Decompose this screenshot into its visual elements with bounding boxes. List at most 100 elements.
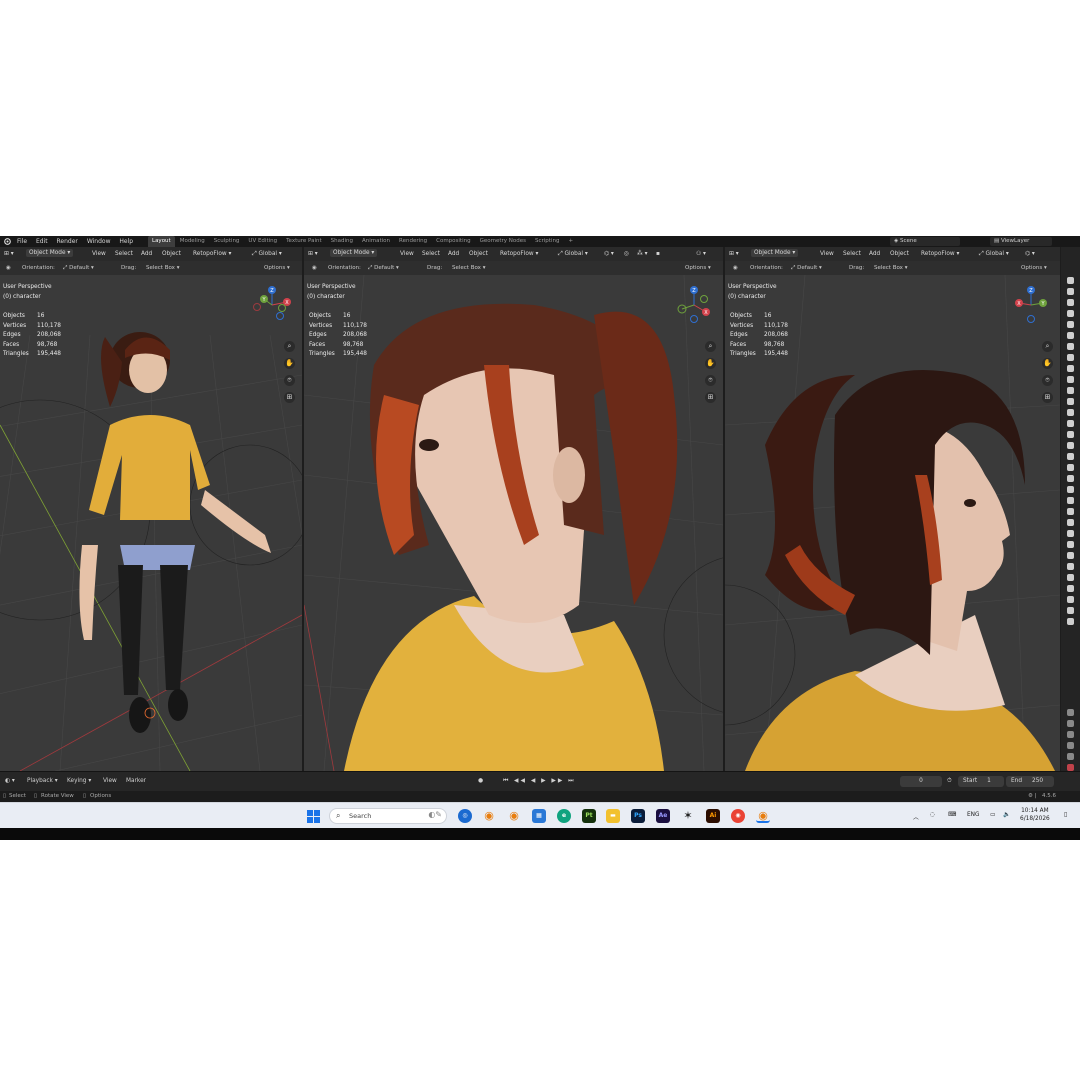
menu-object[interactable]: Object <box>469 251 488 257</box>
camera-visibility-icon[interactable] <box>1067 486 1074 493</box>
start-frame-field[interactable]: Start 1 <box>958 776 1004 787</box>
camera-visibility-icon[interactable] <box>1067 475 1074 482</box>
options-dropdown[interactable]: Options ▾ <box>685 265 711 271</box>
menu-select[interactable]: Select <box>843 251 861 257</box>
tab-sculpting[interactable]: Sculpting <box>210 236 244 247</box>
playback-controls[interactable]: ⏮ ◀◀ ◀ ▶ ▶▶ ⏭ <box>503 778 575 785</box>
menu-view[interactable]: View <box>820 251 834 257</box>
mode-dropdown[interactable]: Object Mode ▾ <box>751 249 799 257</box>
camera-view-icon[interactable]: ⌾ <box>284 375 295 386</box>
properties-world-icon[interactable] <box>1067 764 1074 771</box>
retopoflow-menu[interactable]: RetopoFlow ▾ <box>193 251 231 257</box>
camera-visibility-icon[interactable] <box>1067 618 1074 625</box>
store-app-icon[interactable]: ▦ <box>532 809 546 823</box>
proportional-editing-icon[interactable]: ◎ <box>624 251 629 257</box>
camera-visibility-icon[interactable] <box>1067 376 1074 383</box>
editor-type-icon[interactable]: ⊞ ▾ <box>4 251 14 257</box>
menu-help[interactable]: Help <box>119 238 133 245</box>
tool-icon[interactable]: ◉ <box>6 265 11 271</box>
menu-object[interactable]: Object <box>162 251 181 257</box>
pivot-icon[interactable]: ▪ <box>656 251 660 257</box>
viewport-left[interactable]: ⊞ ▾ Object Mode ▾ View Select Add Object… <box>0 247 302 771</box>
taskbar-search[interactable]: ⌕ Search ◐✎ <box>329 808 447 824</box>
camera-visibility-icon[interactable] <box>1067 365 1074 372</box>
options-dropdown[interactable]: Options ▾ <box>1021 265 1047 271</box>
retopoflow-menu[interactable]: RetopoFlow ▾ <box>921 251 959 257</box>
navigation-gizmo[interactable]: Z X <box>674 285 714 325</box>
blender-logo-icon[interactable] <box>3 238 11 245</box>
tab-geometry-nodes[interactable]: Geometry Nodes <box>476 236 530 247</box>
camera-visibility-icon[interactable] <box>1067 607 1074 614</box>
add-workspace-icon[interactable]: + <box>564 236 577 247</box>
tab-layout[interactable]: Layout <box>148 236 175 247</box>
volume-icon[interactable]: 🔈 <box>1003 812 1010 818</box>
properties-tool-icon[interactable] <box>1067 709 1074 716</box>
network-icon[interactable]: ▭ <box>990 812 995 818</box>
drag-dropdown[interactable]: Select Box ▾ <box>452 265 485 271</box>
menu-select[interactable]: Select <box>115 251 133 257</box>
camera-view-icon[interactable]: ⌾ <box>705 375 716 386</box>
notification-icon[interactable]: ▯ <box>1064 812 1067 818</box>
camera-visibility-icon[interactable] <box>1067 563 1074 570</box>
timeline-editor-icon[interactable]: ◐ ▾ <box>5 778 15 784</box>
tray-overflow-icon[interactable]: ︿ <box>913 812 919 821</box>
orientation-dropdown[interactable]: ⤢ Default ▾ <box>791 265 822 272</box>
tab-texture-paint[interactable]: Texture Paint <box>282 236 326 247</box>
editor-type-icon[interactable]: ⊞ ▾ <box>308 251 318 257</box>
snap-target-icon[interactable]: ⁂ ▾ <box>637 251 648 257</box>
stopwatch-icon[interactable]: ⏱ <box>947 778 952 785</box>
properties-output-icon[interactable] <box>1067 731 1074 738</box>
tab-modeling[interactable]: Modeling <box>176 236 209 247</box>
pan-hand-icon[interactable]: ✋ <box>1042 358 1053 369</box>
camera-visibility-icon[interactable] <box>1067 332 1074 339</box>
menu-object[interactable]: Object <box>890 251 909 257</box>
camera-visibility-icon[interactable] <box>1067 464 1074 471</box>
camera-visibility-icon[interactable] <box>1067 431 1074 438</box>
language-indicator[interactable]: ENG <box>967 812 980 818</box>
camera-visibility-icon[interactable] <box>1067 530 1074 537</box>
menu-select[interactable]: Select <box>422 251 440 257</box>
menu-add[interactable]: Add <box>448 251 459 257</box>
mode-dropdown[interactable]: Object Mode ▾ <box>330 249 378 257</box>
viewport-right[interactable]: ⊞ ▾ Object Mode ▾ View Select Add Object… <box>725 247 1060 771</box>
camera-visibility-icon[interactable] <box>1067 453 1074 460</box>
snapping-icon[interactable]: ⌬ ▾ <box>604 251 614 257</box>
end-frame-field[interactable]: End 250 <box>1006 776 1054 787</box>
playback-menu[interactable]: Playback ▾ <box>27 778 58 784</box>
blender-app-icon[interactable]: ◉ <box>482 809 496 823</box>
tool-icon[interactable]: ◉ <box>312 265 317 271</box>
keyboard-icon[interactable]: ⌨ <box>948 812 956 818</box>
properties-view-layer-icon[interactable] <box>1067 742 1074 749</box>
tab-uv-editing[interactable]: UV Editing <box>244 236 281 247</box>
pan-hand-icon[interactable]: ✋ <box>705 358 716 369</box>
marker-menu[interactable]: Marker <box>126 778 146 784</box>
tab-scripting[interactable]: Scripting <box>531 236 563 247</box>
transform-orientation[interactable]: ⤢ Global ▾ <box>558 251 588 258</box>
zoom-icon[interactable]: ⌕ <box>705 341 716 352</box>
orientation-dropdown[interactable]: ⤢ Default ▾ <box>368 265 399 272</box>
camera-visibility-icon[interactable] <box>1067 409 1074 416</box>
camera-visibility-icon[interactable] <box>1067 442 1074 449</box>
camera-visibility-icon[interactable] <box>1067 277 1074 284</box>
editor-type-icon[interactable]: ⊞ ▾ <box>729 251 739 257</box>
menu-view[interactable]: View <box>400 251 414 257</box>
menu-add[interactable]: Add <box>869 251 880 257</box>
mode-dropdown[interactable]: Object Mode ▾ <box>26 249 74 257</box>
zoom-icon[interactable]: ⌕ <box>284 341 295 352</box>
camera-visibility-icon[interactable] <box>1067 497 1074 504</box>
timeline-view-menu[interactable]: View <box>103 778 117 784</box>
camera-visibility-icon[interactable] <box>1067 321 1074 328</box>
tray-app-icon[interactable]: ◌ <box>930 812 935 818</box>
transform-orientation[interactable]: ⤢ Global ▾ <box>252 251 282 258</box>
camera-visibility-icon[interactable] <box>1067 519 1074 526</box>
menu-edit[interactable]: Edit <box>36 238 48 245</box>
drag-dropdown[interactable]: Select Box ▾ <box>146 265 179 271</box>
view-layer-selector[interactable]: ▤ ViewLayer <box>990 237 1052 246</box>
tab-compositing[interactable]: Compositing <box>432 236 474 247</box>
orientation-dropdown[interactable]: ⤢ Default ▾ <box>63 265 94 272</box>
pan-hand-icon[interactable]: ✋ <box>284 358 295 369</box>
transform-orientation[interactable]: ⤢ Global ▾ <box>979 251 1009 258</box>
camera-view-icon[interactable]: ⌾ <box>1042 375 1053 386</box>
navigation-gizmo[interactable]: Z X Y <box>252 285 292 325</box>
camera-visibility-icon[interactable] <box>1067 343 1074 350</box>
